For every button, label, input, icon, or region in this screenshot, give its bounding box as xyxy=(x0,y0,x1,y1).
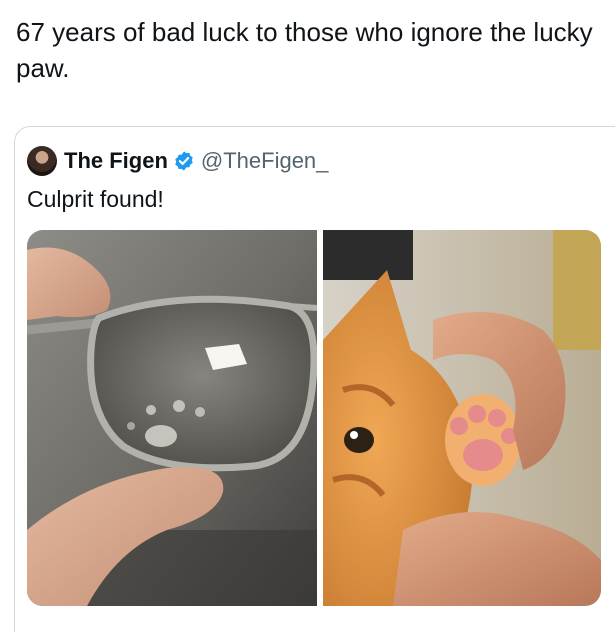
avatar[interactable] xyxy=(27,146,57,176)
quoted-post-text: Culprit found! xyxy=(27,186,164,212)
author-name[interactable]: The Figen xyxy=(64,148,168,174)
verified-badge-icon xyxy=(175,151,193,171)
kitten-photo[interactable] xyxy=(323,230,601,606)
post: 67 years of bad luck to those who ignore… xyxy=(0,0,615,632)
glasses-photo[interactable] xyxy=(27,230,317,606)
orange-kitten-paw-icon xyxy=(323,230,601,606)
post-text: 67 years of bad luck to those who ignore… xyxy=(16,17,593,83)
author-handle[interactable]: @TheFigen_ xyxy=(201,148,329,174)
quoted-post-header: The Figen @TheFigen_ xyxy=(27,144,328,178)
media-grid xyxy=(27,230,601,606)
quoted-post-card[interactable]: The Figen @TheFigen_ Culprit found! xyxy=(14,126,615,632)
glasses-with-paw-print-icon xyxy=(27,230,317,606)
